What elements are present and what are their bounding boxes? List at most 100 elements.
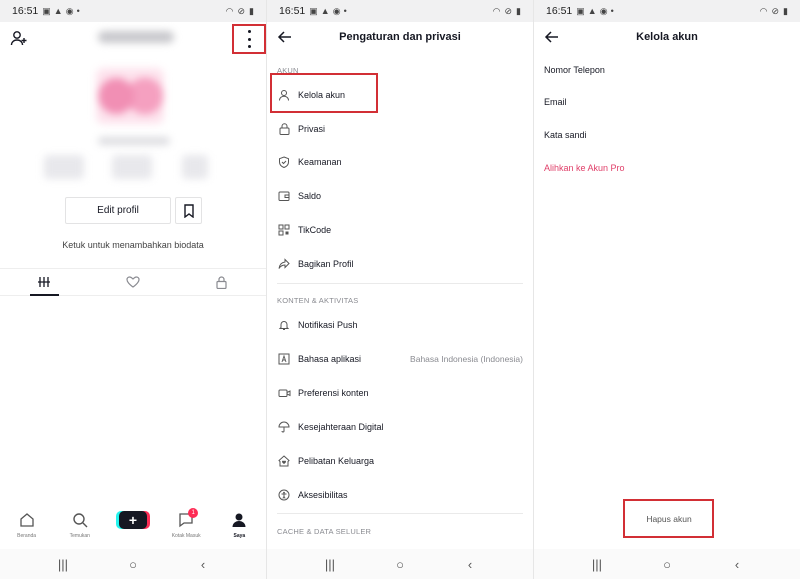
status-time: 16:51 <box>12 5 39 17</box>
tab-videos[interactable] <box>0 269 89 296</box>
gallery-icon: ▣ <box>576 5 585 16</box>
page-title: Kelola akun <box>636 31 698 43</box>
settings-item-tikcode[interactable]: TikCode <box>277 220 523 240</box>
search-icon <box>73 513 88 528</box>
lock-icon <box>277 122 291 136</box>
home-circle-icon[interactable]: ○ <box>660 557 674 572</box>
username-blurred <box>98 31 174 43</box>
bell-icon <box>277 318 291 332</box>
nav-me-label: Saya <box>233 533 246 539</box>
settings-item-label: Bahasa aplikasi <box>298 354 362 364</box>
dot-icon: • <box>76 6 80 16</box>
status-bar: 16:51 ▣ ▲ ◉ • ◠ ⊘ ▮ <box>267 0 533 22</box>
shield-icon <box>277 155 291 169</box>
warning-icon: ▲ <box>587 6 597 16</box>
lock-icon <box>216 275 227 289</box>
settings-item-label: Keamanan <box>298 157 342 167</box>
back-chevron-icon[interactable]: ‹ <box>196 557 210 572</box>
tab-liked[interactable] <box>89 269 178 295</box>
status-time: 16:51 <box>279 5 306 17</box>
home-circle-icon[interactable]: ○ <box>393 557 407 572</box>
section-divider <box>277 283 523 284</box>
manage-account-screen: 16:51 ▣ ▲ ◉ • ◠ ⊘ ▮ Kelola akun Nomor Te… <box>534 0 800 579</box>
video-icon <box>277 386 291 400</box>
settings-item-privacy[interactable]: Privasi <box>277 119 523 139</box>
warning-icon: ▲ <box>320 6 330 16</box>
nav-home[interactable]: Beranda <box>5 511 49 539</box>
grid-icon <box>38 277 51 287</box>
accessibility-icon <box>277 488 291 502</box>
status-right: ◠ ⊘ ▮ <box>493 6 521 17</box>
status-right: ◠ ⊘ ▮ <box>760 6 788 17</box>
switch-to-pro-link[interactable]: Alihkan ke Akun Pro <box>544 163 625 173</box>
warning-icon: ▲ <box>53 6 63 16</box>
settings-item-app-language[interactable]: Bahasa aplikasi Bahasa Indonesia (Indone… <box>277 349 523 369</box>
bio-prompt[interactable]: Ketuk untuk menambahkan biodata <box>0 240 266 250</box>
avatar[interactable] <box>96 68 164 124</box>
settings-item-balance[interactable]: Saldo <box>277 186 523 206</box>
following-stat[interactable] <box>44 155 84 179</box>
nav-create[interactable]: + <box>111 511 155 529</box>
settings-item-content-preferences[interactable]: Preferensi konten <box>277 383 523 403</box>
screenshot-composite: 16:51 ▣ ▲ ◉ • ◠ ⊘ ▮ Edit profil Ketuk un… <box>0 0 800 579</box>
edit-profile-button[interactable]: Edit profil <box>65 197 171 224</box>
settings-item-label: Notifikasi Push <box>298 320 358 330</box>
bookmark-button[interactable] <box>175 197 202 224</box>
system-navbar: ||| ○ ‹ <box>267 549 533 579</box>
settings-item-push-notifications[interactable]: Notifikasi Push <box>277 315 523 335</box>
highlight-delete-account <box>623 499 714 538</box>
profile-screen: 16:51 ▣ ▲ ◉ • ◠ ⊘ ▮ Edit profil Ketuk un… <box>0 0 266 579</box>
bookmark-icon <box>183 203 194 218</box>
highlight-manage-account <box>270 73 378 113</box>
profile-tabs <box>0 268 266 296</box>
user-handle-blurred <box>98 137 170 145</box>
followers-stat[interactable] <box>112 155 152 179</box>
settings-item-family-pairing[interactable]: Pelibatan Keluarga <box>277 451 523 471</box>
nav-inbox[interactable]: 1 Kotak Masuk <box>164 508 208 539</box>
section-content-activity: KONTEN & AKTIVITAS <box>277 296 359 305</box>
back-arrow-icon[interactable] <box>544 29 560 45</box>
gallery-icon: ▣ <box>42 5 51 16</box>
sync-icon: ◉ <box>65 5 74 16</box>
battery-icon: ▮ <box>516 5 521 16</box>
do-not-disturb-icon: ⊘ <box>237 5 246 16</box>
create-plus-button[interactable]: + <box>118 511 147 529</box>
settings-item-accessibility[interactable]: Aksesibilitas <box>277 485 523 505</box>
system-navbar: ||| ○ ‹ <box>0 549 266 579</box>
settings-item-digital-wellbeing[interactable]: Kesejahteraan Digital <box>277 417 523 437</box>
sync-icon: ◉ <box>599 5 608 16</box>
gallery-icon: ▣ <box>309 5 318 16</box>
settings-item-security[interactable]: Keamanan <box>277 152 523 172</box>
nav-discover-label: Temukan <box>69 533 90 539</box>
back-arrow-icon[interactable] <box>277 29 293 45</box>
back-chevron-icon[interactable]: ‹ <box>730 557 744 572</box>
status-bar: 16:51 ▣ ▲ ◉ • ◠ ⊘ ▮ <box>0 0 266 22</box>
status-time: 16:51 <box>546 5 573 17</box>
settings-item-label: Pelibatan Keluarga <box>298 456 375 466</box>
dot-icon: • <box>610 6 614 16</box>
nav-discover[interactable]: Temukan <box>58 511 102 539</box>
password-item[interactable]: Kata sandi <box>544 130 587 140</box>
home-circle-icon[interactable]: ○ <box>126 557 140 572</box>
settings-item-label: Saldo <box>298 191 322 201</box>
person-filled-icon <box>232 513 246 527</box>
umbrella-icon <box>277 420 291 434</box>
add-friend-icon[interactable] <box>10 29 28 47</box>
nav-inbox-label: Kotak Masuk <box>171 533 201 539</box>
manage-account-header: Kelola akun <box>534 22 800 52</box>
language-icon <box>277 352 291 366</box>
do-not-disturb-icon: ⊘ <box>504 5 513 16</box>
settings-item-share-profile[interactable]: Bagikan Profil <box>277 254 523 274</box>
email-item[interactable]: Email <box>544 97 567 107</box>
nav-me[interactable]: Saya <box>217 511 261 539</box>
recents-icon[interactable]: ||| <box>323 557 337 572</box>
page-title: Pengaturan dan privasi <box>339 31 461 43</box>
recents-icon[interactable]: ||| <box>590 557 604 572</box>
recents-icon[interactable]: ||| <box>56 557 70 572</box>
back-chevron-icon[interactable]: ‹ <box>463 557 477 572</box>
tab-private[interactable] <box>177 269 266 295</box>
settings-item-label: Preferensi konten <box>298 388 369 398</box>
settings-item-label: Kesejahteraan Digital <box>298 422 384 432</box>
qr-code-icon <box>277 223 291 237</box>
phone-number-item[interactable]: Nomor Telepon <box>544 65 605 75</box>
